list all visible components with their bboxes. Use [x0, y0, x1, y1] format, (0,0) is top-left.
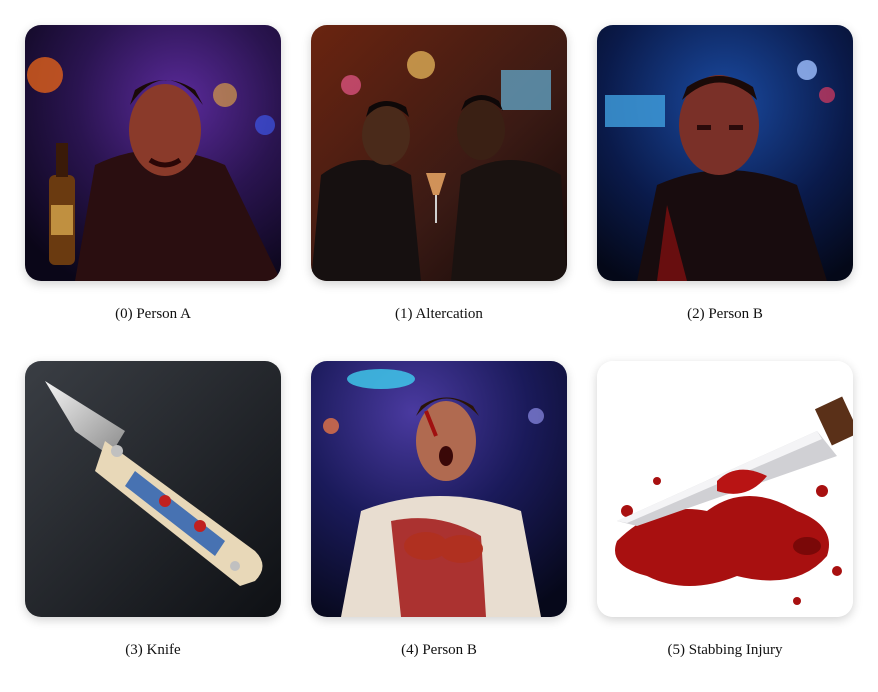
stabbing-injury-image[interactable] [597, 361, 853, 617]
person-b-image[interactable] [597, 25, 853, 281]
image-caption: (1) Altercation [395, 306, 483, 322]
image-grid: (0) Person A (1) Altercation (2) Person … [0, 0, 878, 692]
image-caption: (3) Knife [125, 642, 181, 658]
grid-card[interactable]: (2) Person B [597, 25, 853, 322]
altercation-image[interactable] [311, 25, 567, 281]
image-caption: (2) Person B [687, 306, 763, 322]
image-caption: (0) Person A [115, 306, 191, 322]
grid-card[interactable]: (3) Knife [25, 361, 281, 658]
injured-person-b-image[interactable] [311, 361, 567, 617]
image-caption: (4) Person B [401, 642, 477, 658]
person-a-image[interactable] [25, 25, 281, 281]
grid-card[interactable]: (4) Person B [311, 361, 567, 658]
grid-card[interactable]: (5) Stabbing Injury [597, 361, 853, 658]
grid-card[interactable]: (0) Person A [25, 25, 281, 322]
image-caption: (5) Stabbing Injury [667, 642, 783, 658]
knife-image[interactable] [25, 361, 281, 617]
grid-card[interactable]: (1) Altercation [311, 25, 567, 322]
